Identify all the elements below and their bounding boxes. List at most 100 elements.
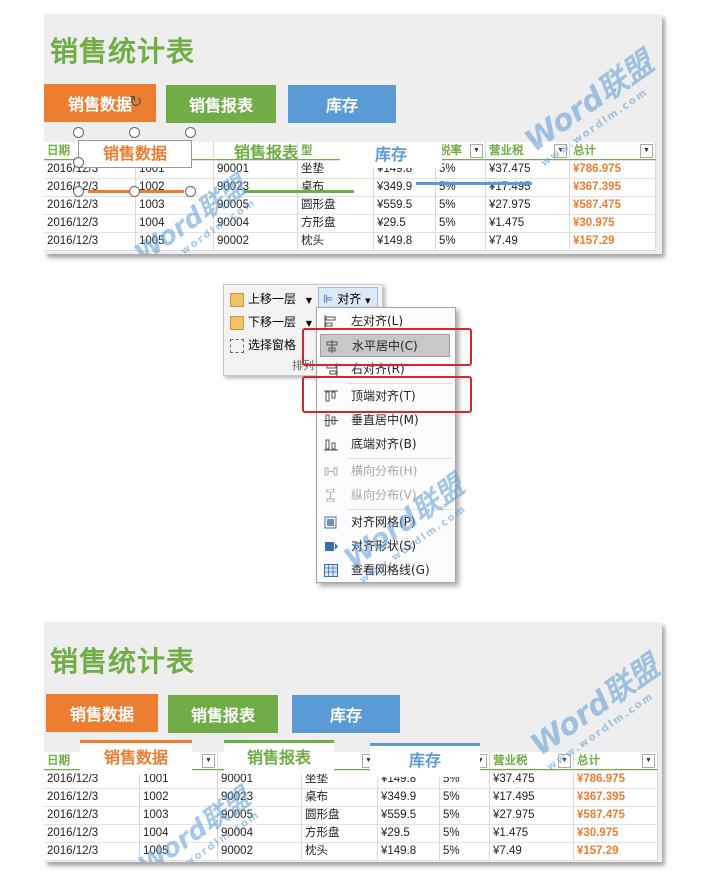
snap-grid-icon xyxy=(324,516,337,529)
cell-price: ¥559.5 xyxy=(378,806,440,824)
cell-price: ¥559.5 xyxy=(374,196,436,214)
rotate-handle-icon[interactable]: ↻ xyxy=(129,92,142,111)
filter-dropdown-icon[interactable]: ▼ xyxy=(642,754,655,768)
highlight-align-top xyxy=(302,376,472,413)
sheet-title: 销售统计表 xyxy=(50,35,196,68)
sheet-title: 销售统计表 xyxy=(50,645,196,678)
green-line xyxy=(244,190,354,193)
table-row: 2016/12/3 1004 90004 方形盘 ¥29.5 5% ¥1.475 ¥30.97… xyxy=(44,824,658,843)
header-total: 总计 ▼ xyxy=(574,752,658,770)
cell-code: 90002 xyxy=(218,842,302,860)
orange-line xyxy=(80,740,192,743)
cell-product: 方形盘 xyxy=(298,214,374,232)
table-row: 2016/12/3 1003 90005 圆形盘 ¥559.5 5% ¥27.975 ¥587… xyxy=(44,806,658,825)
cell-total: ¥786.975 xyxy=(574,770,658,788)
chevron-down-icon: ▼ xyxy=(305,319,312,328)
cell-date: 2016/12/3 xyxy=(44,214,136,232)
cell-date: 2016/12/3 xyxy=(44,842,140,860)
menu-separator xyxy=(347,458,453,459)
send-backward-icon xyxy=(230,315,244,330)
header-total: 总计 ▼ xyxy=(570,142,656,160)
cell-product: 枕头 xyxy=(302,842,378,860)
shape-label: 销售数据 xyxy=(103,748,168,767)
cell-price: ¥349.9 xyxy=(378,788,440,806)
align-dropdown-button[interactable]: ⊫ 对齐 ▼ xyxy=(318,287,378,309)
chevron-down-icon: ▼ xyxy=(365,297,371,305)
cell-date: 2016/12/3 xyxy=(44,824,140,842)
inventory-shape[interactable]: 库存 xyxy=(370,743,480,777)
cell-product: 方形盘 xyxy=(302,824,378,842)
cell-rate: 5% xyxy=(436,214,486,232)
distribute-vertical-icon xyxy=(326,489,335,502)
filter-dropdown-icon[interactable]: ▼ xyxy=(202,754,215,768)
selection-handles[interactable]: ↻ xyxy=(73,92,196,197)
bring-forward-button[interactable]: 上移一层 ▼ xyxy=(230,289,312,309)
align-middle-icon xyxy=(324,414,338,427)
inventory-shape[interactable]: 库存 xyxy=(340,142,442,168)
green-line xyxy=(224,740,334,743)
cell-total: ¥30.975 xyxy=(570,214,656,232)
cell-total: ¥786.975 xyxy=(570,160,656,178)
shape-label: 销售报表 xyxy=(246,748,311,767)
header-tax-rate: 税率 ▼ xyxy=(436,142,486,160)
cell-product: 桌布 xyxy=(298,178,374,196)
cell-rate: 5% xyxy=(436,232,486,250)
resize-handle[interactable] xyxy=(73,186,84,197)
sales-report-shape[interactable]: 销售报表 xyxy=(212,140,320,166)
resize-handle[interactable] xyxy=(73,127,84,138)
align-icon: ⊫ xyxy=(323,292,334,306)
cell-rate: 5% xyxy=(436,196,486,214)
cell-total: ¥30.975 xyxy=(574,824,658,842)
sales-data-shape[interactable]: 销售数据 xyxy=(80,740,192,774)
cell-tax: ¥37.475 xyxy=(490,770,574,788)
filter-dropdown-icon[interactable]: ▼ xyxy=(470,144,483,158)
inventory-button[interactable]: 库存 xyxy=(288,85,396,123)
cell-total: ¥367.395 xyxy=(570,178,656,196)
cell-price: ¥149.8 xyxy=(378,842,440,860)
cell-rate: 5% xyxy=(436,178,486,196)
menu-item-label: 横向分布(H) xyxy=(351,464,418,478)
inventory-button[interactable]: 库存 xyxy=(292,695,400,733)
cell-tax: ¥17.495 xyxy=(486,178,570,196)
sales-report-button[interactable]: 销售报表 xyxy=(166,85,276,123)
cell-product: 圆形盘 xyxy=(298,196,374,214)
send-backward-button[interactable]: 下移一层 ▼ xyxy=(230,312,312,332)
cell-rate: 5% xyxy=(436,160,486,178)
cell-date: 2016/12/3 xyxy=(44,232,136,250)
cell-tax: ¥1.475 xyxy=(490,824,574,842)
filter-dropdown-icon[interactable]: ▼ xyxy=(640,144,653,158)
cell-price: ¥29.5 xyxy=(374,214,436,232)
cell-tax: ¥27.975 xyxy=(486,196,570,214)
selection-pane-button[interactable]: 选择窗格 xyxy=(230,335,296,355)
cell-rate: 5% xyxy=(440,842,490,860)
sales-data-button[interactable]: 销售数据 xyxy=(46,694,158,732)
cell-tax: ¥17.495 xyxy=(490,788,574,806)
resize-handle[interactable] xyxy=(129,127,140,138)
resize-handle[interactable] xyxy=(129,186,140,197)
highlight-horizontal-center xyxy=(302,328,472,366)
cell-date: 2016/12/3 xyxy=(44,788,140,806)
bottom-sheet-panel: 销售统计表 销售数据 销售报表 库存 日期▼ ▼ ▼ ▼ ▼ 营业税▼ 总计▼ … xyxy=(44,622,662,862)
cell-rate: 5% xyxy=(440,824,490,842)
chevron-down-icon: ▼ xyxy=(305,296,312,305)
table-row: 2016/12/3 1002 90023 桌布 ¥349.9 5% ¥17.495 ¥367.… xyxy=(44,788,658,807)
menu-item-label: 底端对齐(B) xyxy=(351,437,417,451)
table-row: 2016/12/3 1004 90004 方形盘 ¥29.5 5% ¥1.475 ¥30.97… xyxy=(44,214,656,233)
cell-rate: 5% xyxy=(440,806,490,824)
align-left-icon xyxy=(324,315,336,328)
cell-price: ¥29.5 xyxy=(378,824,440,842)
resize-handle[interactable] xyxy=(185,127,196,138)
sales-report-button[interactable]: 销售报表 xyxy=(168,695,278,733)
distribute-horizontal-icon xyxy=(324,467,338,476)
resize-handle[interactable] xyxy=(73,157,84,168)
view-gridlines-icon xyxy=(324,564,338,577)
cell-total: ¥367.395 xyxy=(574,788,658,806)
cell-tax: ¥27.975 xyxy=(490,806,574,824)
cell-price: ¥349.9 xyxy=(374,178,436,196)
cell-product: 桌布 xyxy=(302,788,378,806)
sales-report-shape[interactable]: 销售报表 xyxy=(224,740,334,774)
cell-tax: ¥37.475 xyxy=(486,160,570,178)
menu-item-align-bottom[interactable]: 底端对齐(B) xyxy=(317,433,455,456)
cell-total: ¥587.475 xyxy=(574,806,658,824)
cell-date: 2016/12/3 xyxy=(44,196,136,214)
